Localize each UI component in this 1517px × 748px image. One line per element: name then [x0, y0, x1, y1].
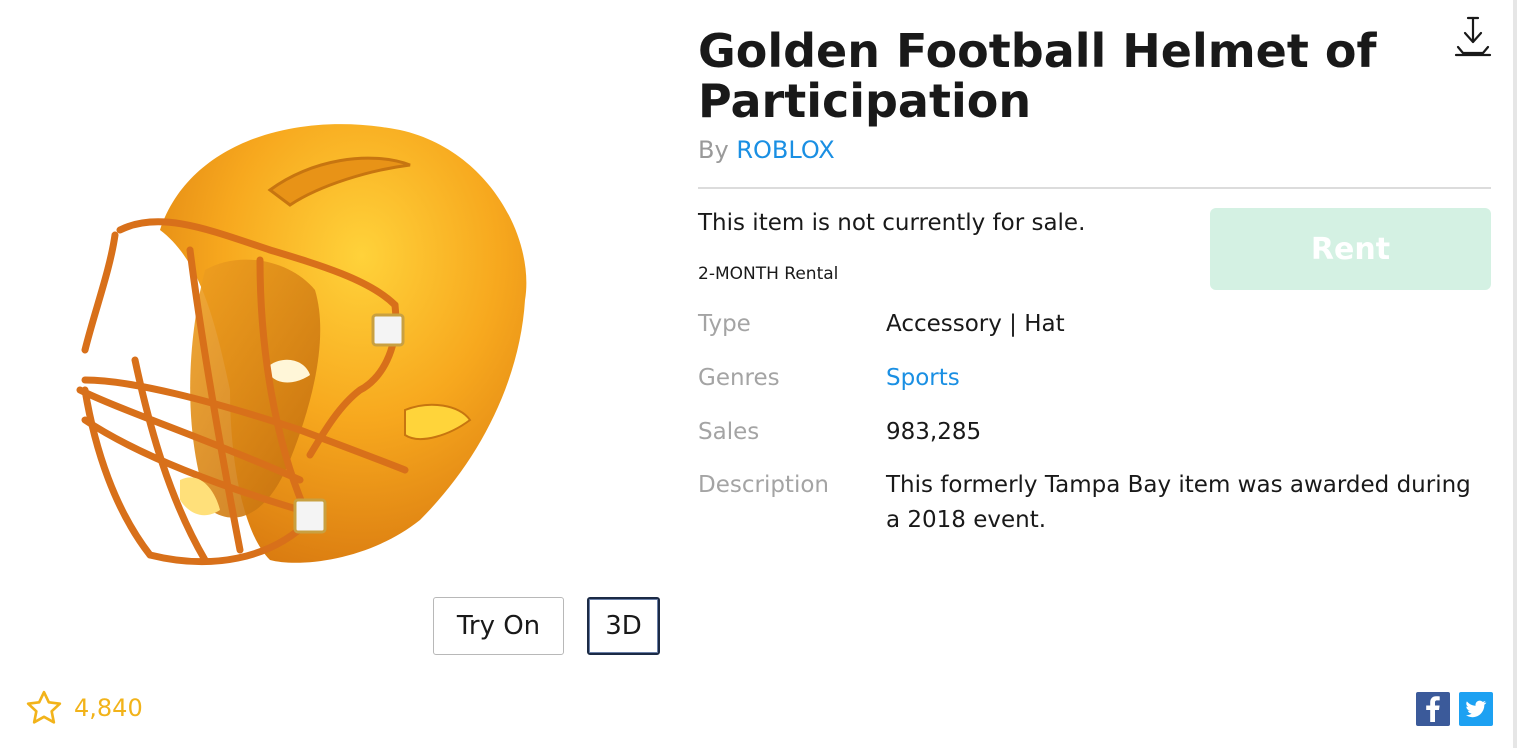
creator-byline: By ROBLOX — [698, 136, 835, 164]
favorite-button[interactable]: 4,840 — [24, 688, 143, 728]
type-label: Type — [698, 311, 751, 337]
twitter-icon — [1466, 700, 1487, 718]
type-value: Accessory | Hat — [886, 311, 1065, 337]
item-title: Golden Football Helmet of Participation — [698, 24, 1377, 128]
download-icon — [1454, 16, 1492, 57]
item-thumbnail — [40, 90, 600, 590]
facebook-share-button[interactable] — [1416, 692, 1450, 726]
sale-status-text: This item is not currently for sale. — [698, 210, 1086, 236]
download-button[interactable] — [1453, 15, 1493, 59]
creator-link[interactable]: ROBLOX — [736, 136, 834, 164]
divider — [698, 187, 1491, 189]
genre-link-sports[interactable]: Sports — [886, 365, 960, 391]
favorite-count: 4,840 — [74, 694, 143, 722]
by-prefix: By — [698, 136, 729, 164]
description-label: Description — [698, 472, 829, 498]
golden-helmet-image — [76, 124, 527, 566]
rent-button[interactable]: Rent — [1210, 208, 1491, 290]
sales-value: 983,285 — [886, 419, 982, 445]
facebook-icon — [1426, 696, 1440, 722]
page-scroll-edge — [1513, 0, 1517, 748]
rental-duration-label: 2-MONTH Rental — [698, 264, 839, 284]
genres-label: Genres — [698, 365, 780, 391]
star-outline-icon — [26, 690, 62, 724]
twitter-share-button[interactable] — [1459, 692, 1493, 726]
try-on-button[interactable]: Try On — [433, 597, 564, 655]
sales-label: Sales — [698, 419, 760, 445]
description-text: This formerly Tampa Bay item was awarded… — [886, 472, 1471, 533]
3d-view-button[interactable]: 3D — [587, 597, 660, 655]
